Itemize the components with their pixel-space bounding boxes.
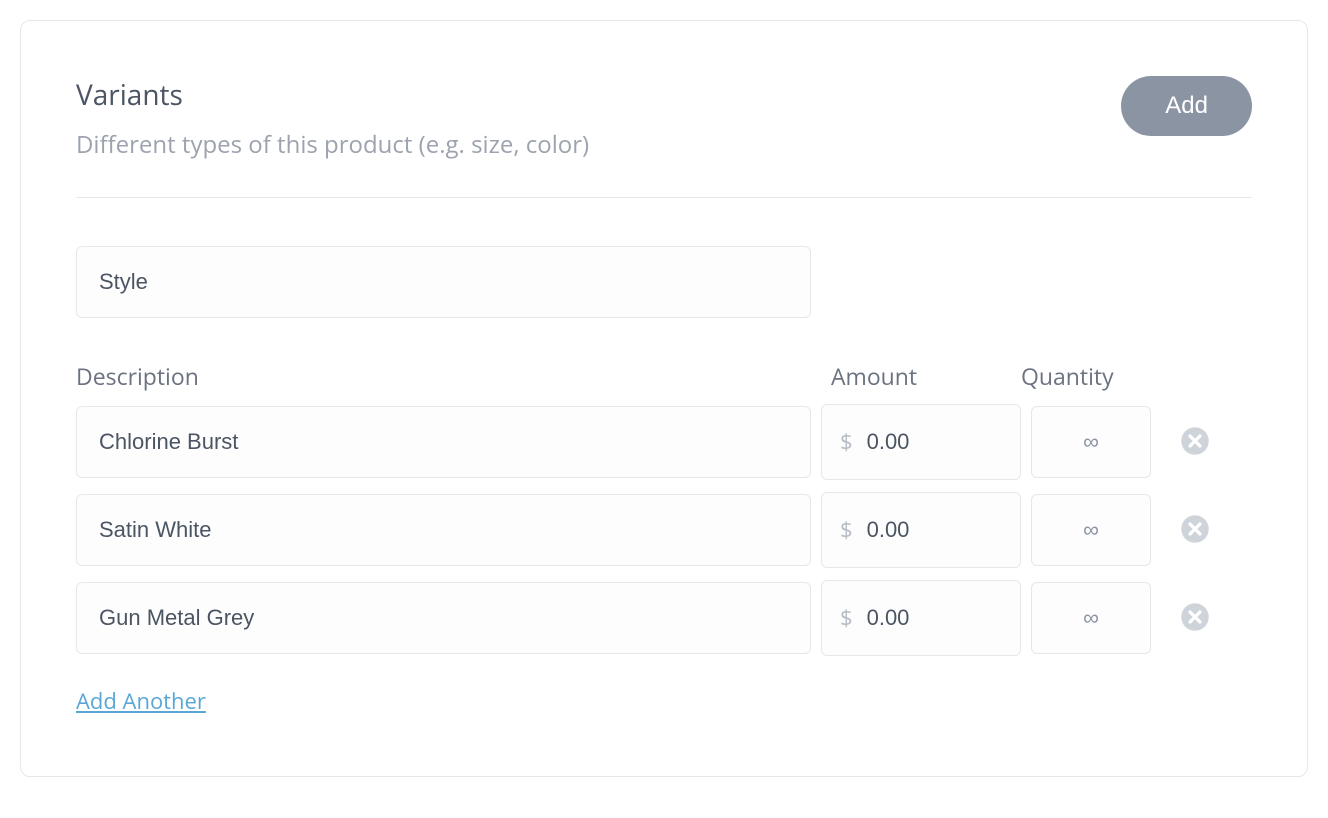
variant-amount-input[interactable]: [867, 517, 1002, 543]
variant-quantity-input[interactable]: [1032, 517, 1150, 543]
variant-rows: $ $ $: [76, 404, 1252, 656]
variant-description-input[interactable]: [76, 406, 811, 478]
currency-symbol: $: [840, 515, 853, 545]
close-icon: [1180, 426, 1210, 459]
remove-variant-button[interactable]: [1179, 602, 1211, 634]
variant-quantity-wrap: [1031, 406, 1151, 478]
variant-row: $: [76, 580, 1252, 656]
close-icon: [1180, 514, 1210, 547]
remove-variant-button[interactable]: [1179, 514, 1211, 546]
variant-description-input[interactable]: [76, 494, 811, 566]
variant-amount-wrap: $: [821, 404, 1021, 480]
column-label-quantity: Quantity: [1021, 360, 1146, 392]
variant-amount-input[interactable]: [867, 429, 1002, 455]
add-variant-button[interactable]: Add: [1121, 76, 1252, 136]
variant-amount-input[interactable]: [867, 605, 1002, 631]
variant-quantity-input[interactable]: [1032, 605, 1150, 631]
variant-quantity-input[interactable]: [1032, 429, 1150, 455]
variants-card: Variants Different types of this product…: [20, 20, 1308, 777]
column-label-amount: Amount: [831, 360, 1021, 392]
close-icon: [1180, 602, 1210, 635]
variant-group-name-wrap: [76, 246, 811, 318]
column-label-description: Description: [76, 360, 831, 392]
variants-title: Variants: [76, 76, 589, 114]
variants-header-text: Variants Different types of this product…: [76, 76, 589, 161]
variant-amount-wrap: $: [821, 492, 1021, 568]
add-another-link[interactable]: Add Another: [76, 686, 206, 716]
variants-header: Variants Different types of this product…: [76, 76, 1252, 198]
variant-description-input[interactable]: [76, 582, 811, 654]
variant-row: $: [76, 492, 1252, 568]
variant-amount-wrap: $: [821, 580, 1021, 656]
currency-symbol: $: [840, 427, 853, 457]
variant-row: $: [76, 404, 1252, 480]
variant-group-name-input[interactable]: [76, 246, 811, 318]
currency-symbol: $: [840, 603, 853, 633]
remove-variant-button[interactable]: [1179, 426, 1211, 458]
variants-subtitle: Different types of this product (e.g. si…: [76, 128, 589, 161]
variant-quantity-wrap: [1031, 582, 1151, 654]
variant-quantity-wrap: [1031, 494, 1151, 566]
variant-column-labels: Description Amount Quantity: [76, 360, 1252, 392]
